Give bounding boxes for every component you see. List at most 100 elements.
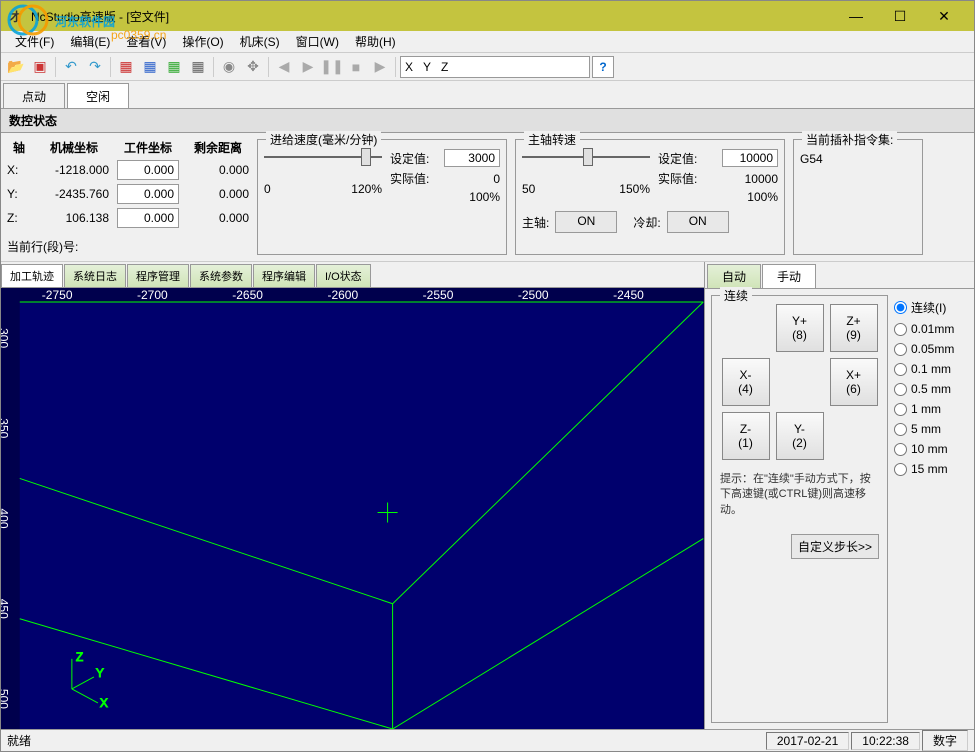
jog-x-minus[interactable]: X- (4) [722,358,770,406]
tab-program-mgmt[interactable]: 程序管理 [127,264,189,287]
step-05[interactable]: 0.5 mm [894,382,968,396]
menu-edit[interactable]: 编辑(E) [62,31,118,52]
trajectory-viewport[interactable]: -2750 -2700 -2650 -2600 -2550 -2500 -245… [1,288,704,729]
status-time: 10:22:38 [851,732,920,750]
tab-idle[interactable]: 空闲 [67,83,129,108]
doc-red-icon[interactable]: ▦ [115,56,137,78]
move-icon[interactable]: ✥ [242,56,264,78]
feed-set[interactable]: 3000 [444,149,500,167]
step-005[interactable]: 0.05mm [894,342,968,356]
coord-display: X Y Z [400,56,590,78]
custom-step-button[interactable]: 自定义步长>> [791,534,879,559]
svg-text:-2650: -2650 [232,288,263,302]
work-z[interactable]: 0.000 [117,208,179,228]
status-tabs: 点动 空闲 [1,81,974,109]
menu-help[interactable]: 帮助(H) [347,31,404,52]
open-icon[interactable]: 📂 [5,56,27,78]
play-icon[interactable]: ▶ [297,56,319,78]
spindle-slider[interactable] [522,156,650,182]
menu-machine[interactable]: 机床(S) [232,31,288,52]
doc-green-icon[interactable]: ▦ [163,56,185,78]
menu-view[interactable]: 查看(V) [118,31,174,52]
coolant-on-button[interactable]: ON [667,211,729,233]
work-y[interactable]: 0.000 [117,184,179,204]
grid-icon[interactable]: ▦ [187,56,209,78]
spindle-set[interactable]: 10000 [722,149,778,167]
step-5[interactable]: 5 mm [894,422,968,436]
jog-hint: 提示：在"连续"手动方式下，按下高速键(或CTRL键)则高速移动。 [720,472,879,518]
instruction-group: 当前插补指令集: G54 [793,139,923,255]
svg-text:-2550: -2550 [423,288,454,302]
coord-x: X [405,60,413,74]
step-10[interactable]: 10 mm [894,442,968,456]
menu-file[interactable]: 文件(F) [7,31,62,52]
instr-val: G54 [800,152,916,166]
jog-z-minus[interactable]: Z- (1) [722,412,770,460]
axis-y-lbl: Y: [7,187,31,201]
tab-trajectory[interactable]: 加工轨迹 [1,264,63,287]
menu-bar: 文件(F) 编辑(E) 查看(V) 操作(O) 机床(S) 窗口(W) 帮助(H… [1,31,974,53]
rem-x: 0.000 [187,163,249,177]
work-x[interactable]: 0.000 [117,160,179,180]
tab-jog[interactable]: 点动 [3,83,65,108]
feed-title: 进给速度(毫米/分钟) [266,131,381,148]
feed-slider[interactable] [264,156,382,182]
jog-x-plus[interactable]: X+ (6) [830,358,878,406]
rem-z: 0.000 [187,211,249,225]
step-radios: 连续(I) 0.01mm 0.05mm 0.1 mm 0.5 mm 1 mm 5… [894,295,968,723]
cur-line-label: 当前行(段)号: [7,238,249,255]
spindle-pct: 100% [747,190,778,204]
right-panel: 自动 手动 连续 Y+ (8) Z+ (9) X- (4) X+ (6) Z- … [704,262,974,729]
svg-text:Y: Y [96,666,104,680]
stop2-icon[interactable]: ■ [345,56,367,78]
jog-y-minus[interactable]: Y- (2) [776,412,824,460]
pause-icon[interactable]: ❚❚ [321,56,343,78]
arrow-right-icon[interactable]: ↷ [84,56,106,78]
window-title: NcStudio高速版 - [空文件] [31,8,169,25]
menu-operate[interactable]: 操作(O) [174,31,231,52]
step-001[interactable]: 0.01mm [894,322,968,336]
hdr-rem: 剩余距离 [187,139,249,156]
step-1[interactable]: 1 mm [894,402,968,416]
app-icon: 才 [9,8,25,24]
tab-program-edit[interactable]: 程序编辑 [253,264,315,287]
stop-icon[interactable]: ▣ [29,56,51,78]
tab-sys-params[interactable]: 系统参数 [190,264,252,287]
mach-y: -2435.760 [39,187,109,201]
tab-manual[interactable]: 手动 [762,264,816,288]
instr-title: 当前插补指令集: [802,131,897,148]
minimize-button[interactable]: — [834,2,878,30]
spindle-title: 主轴转速 [524,131,580,148]
mach-z: 106.138 [39,211,109,225]
svg-text:X: X [100,696,108,710]
hdr-work: 工件坐标 [117,139,179,156]
close-button[interactable]: ✕ [922,2,966,30]
spindle-on-button[interactable]: ON [555,211,617,233]
step-01[interactable]: 0.1 mm [894,362,968,376]
origin-icon[interactable]: ◉ [218,56,240,78]
svg-text:-2700: -2700 [137,288,168,302]
svg-text:Z: Z [76,650,83,664]
menu-window[interactable]: 窗口(W) [288,31,347,52]
status-num: 数字 [922,730,968,751]
nc-status-panel: 轴 机械坐标 工件坐标 剩余距离 X: -1218.000 0.000 0.00… [1,133,974,262]
maximize-button[interactable]: ☐ [878,2,922,30]
svg-text:-2500: -2500 [518,288,549,302]
mach-x: -1218.000 [39,163,109,177]
help-button[interactable]: ? [592,56,614,78]
feed-pct: 100% [469,190,500,204]
arrow-left-icon[interactable]: ↶ [60,56,82,78]
backward-icon[interactable]: ◀ [273,56,295,78]
jog-z-plus[interactable]: Z+ (9) [830,304,878,352]
forward-icon[interactable]: ▶ [369,56,391,78]
feed-group: 进给速度(毫米/分钟) 0120% 设定值:3000 实际值:0 100% [257,139,507,255]
jog-y-plus[interactable]: Y+ (8) [776,304,824,352]
step-continuous[interactable]: 连续(I) [894,299,968,316]
tab-io-status[interactable]: I/O状态 [316,264,371,287]
tab-log[interactable]: 系统日志 [64,264,126,287]
step-15[interactable]: 15 mm [894,462,968,476]
svg-text:400: 400 [1,509,11,529]
doc-blue-icon[interactable]: ▦ [139,56,161,78]
status-ready: 就绪 [7,732,31,749]
tab-auto[interactable]: 自动 [707,264,761,288]
